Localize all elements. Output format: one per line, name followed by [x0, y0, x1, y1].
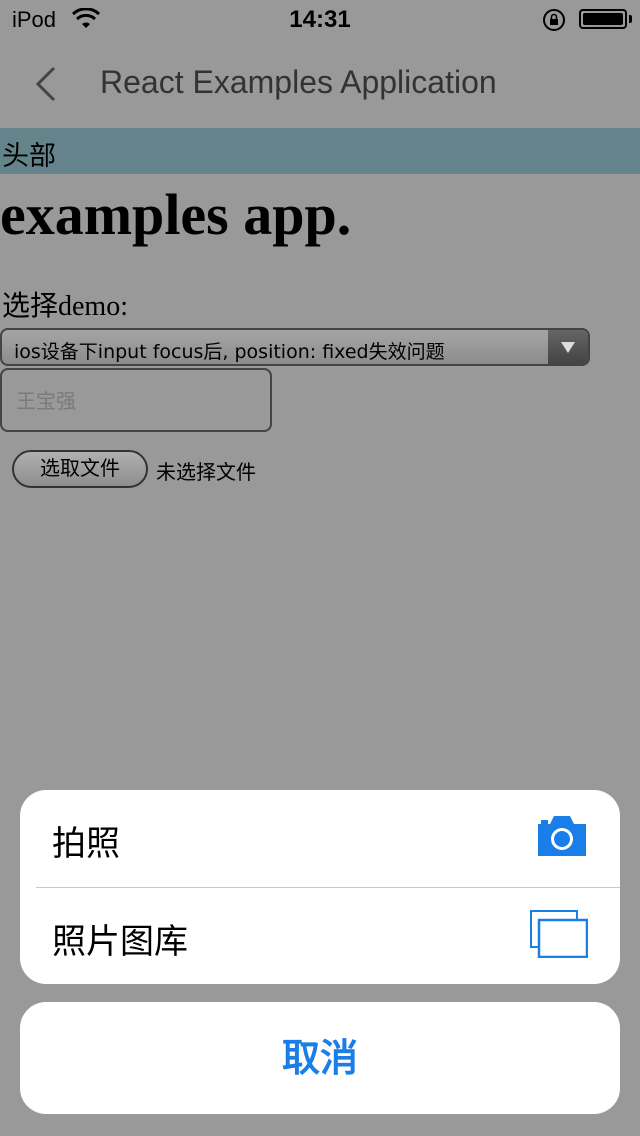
heading-line-2: examples app.	[0, 182, 352, 247]
header-label: 头部	[2, 141, 56, 172]
photo-library-label: 照片图库	[52, 922, 188, 962]
back-chevron-icon[interactable]	[28, 64, 68, 104]
file-status: 未选择文件	[156, 460, 256, 484]
take-photo-option[interactable]: 拍照	[20, 790, 620, 886]
status-bar: iPod 14:31	[0, 0, 640, 40]
chevron-down-icon	[548, 330, 588, 364]
photo-library-icon	[530, 910, 588, 958]
camera-icon	[538, 816, 586, 856]
select-value: ios设备下input focus后, position: fixed失效问题	[14, 341, 445, 363]
photo-library-option[interactable]: 照片图库	[20, 888, 620, 984]
text-input-box[interactable]	[0, 368, 272, 432]
action-sheet: 拍照 照片图库	[20, 790, 620, 984]
cancel-button[interactable]: 取消	[20, 1002, 620, 1114]
take-photo-label: 拍照	[52, 824, 120, 864]
select-label: 选择demo:	[2, 291, 128, 322]
battery-tip	[629, 15, 632, 23]
demo-select[interactable]: ios设备下input focus后, position: fixed失效问题	[0, 328, 590, 366]
rotation-lock-icon	[543, 9, 565, 31]
nav-title: React Examples Application	[100, 64, 497, 100]
navigation-bar: React Examples Application	[0, 40, 640, 128]
fixed-header: 头部	[0, 128, 640, 174]
choose-file-button[interactable]: 选取文件	[12, 450, 148, 488]
battery-icon	[579, 9, 627, 29]
name-input[interactable]	[14, 385, 258, 417]
